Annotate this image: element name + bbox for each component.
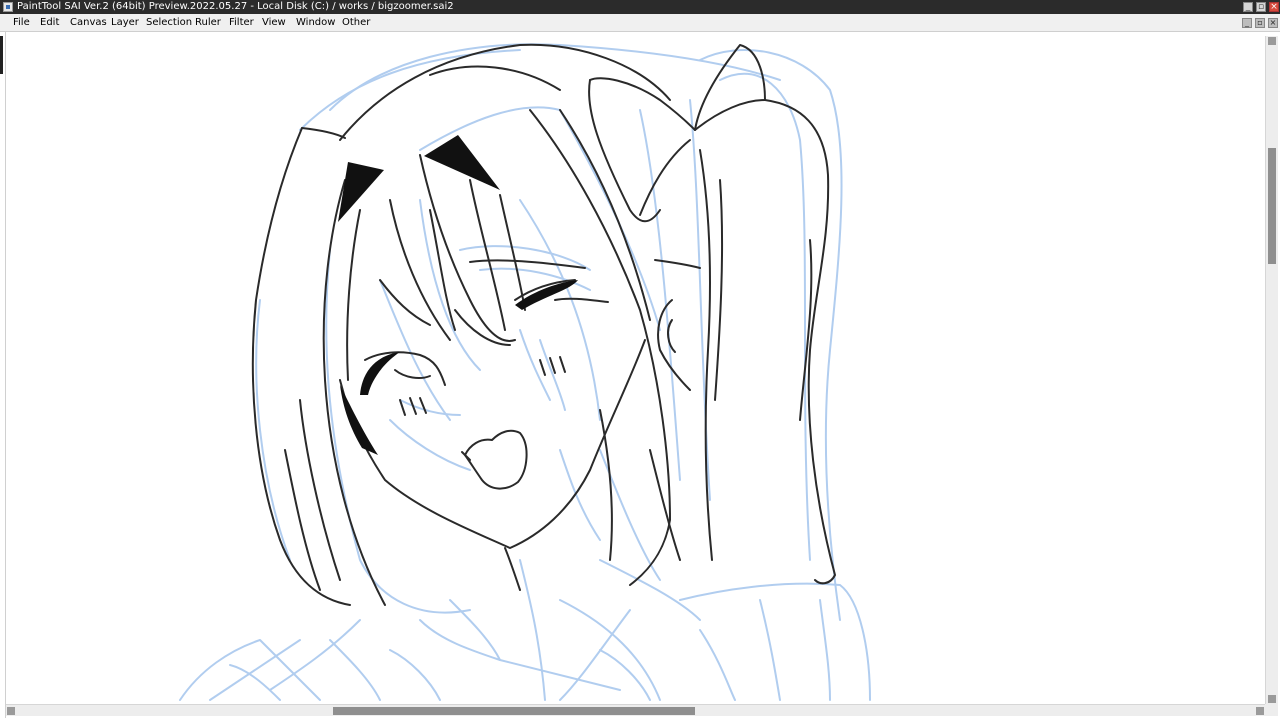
menu-window[interactable]: Window bbox=[296, 14, 335, 31]
sketch-layer bbox=[179, 43, 871, 701]
menu-ruler[interactable]: Ruler bbox=[195, 14, 221, 31]
doc-minimize-button[interactable]: _ bbox=[1242, 18, 1252, 28]
fill-layer bbox=[338, 135, 578, 455]
canvas-drawing[interactable] bbox=[6, 36, 1264, 704]
title-bar: PaintTool SAI Ver.2 (64bit) Preview.2022… bbox=[0, 0, 1280, 14]
scrollbar-corner bbox=[1265, 704, 1278, 716]
scroll-down-arrow-icon[interactable] bbox=[1268, 695, 1276, 703]
restore-button[interactable]: ▫ bbox=[1256, 2, 1266, 12]
close-button[interactable]: × bbox=[1269, 2, 1279, 12]
horizontal-scrollbar[interactable] bbox=[6, 704, 1265, 716]
menu-filter[interactable]: Filter bbox=[229, 14, 254, 31]
menu-edit[interactable]: Edit bbox=[40, 14, 59, 31]
window-title: PaintTool SAI Ver.2 (64bit) Preview.2022… bbox=[17, 1, 454, 12]
menu-file[interactable]: File bbox=[13, 14, 30, 31]
vertical-scrollbar[interactable] bbox=[1265, 36, 1278, 704]
horizontal-scroll-thumb[interactable] bbox=[333, 707, 695, 715]
lineart-layer bbox=[251, 43, 836, 606]
tool-panel-edge bbox=[0, 36, 3, 74]
doc-close-button[interactable]: × bbox=[1268, 18, 1278, 28]
scroll-up-arrow-icon[interactable] bbox=[1268, 37, 1276, 45]
minimize-button[interactable]: _ bbox=[1243, 2, 1253, 12]
app-icon bbox=[3, 2, 13, 12]
scroll-left-arrow-icon[interactable] bbox=[7, 707, 15, 715]
menu-other[interactable]: Other bbox=[342, 14, 370, 31]
menu-layer[interactable]: Layer bbox=[111, 14, 139, 31]
menu-view[interactable]: View bbox=[262, 14, 286, 31]
doc-restore-button[interactable]: ▫ bbox=[1255, 18, 1265, 28]
vertical-scroll-thumb[interactable] bbox=[1268, 148, 1276, 264]
scroll-right-arrow-icon[interactable] bbox=[1256, 707, 1264, 715]
menu-canvas[interactable]: Canvas bbox=[70, 14, 107, 31]
menu-bar: File Edit Canvas Layer Selection Ruler F… bbox=[0, 14, 1280, 32]
menu-selection[interactable]: Selection bbox=[146, 14, 192, 31]
